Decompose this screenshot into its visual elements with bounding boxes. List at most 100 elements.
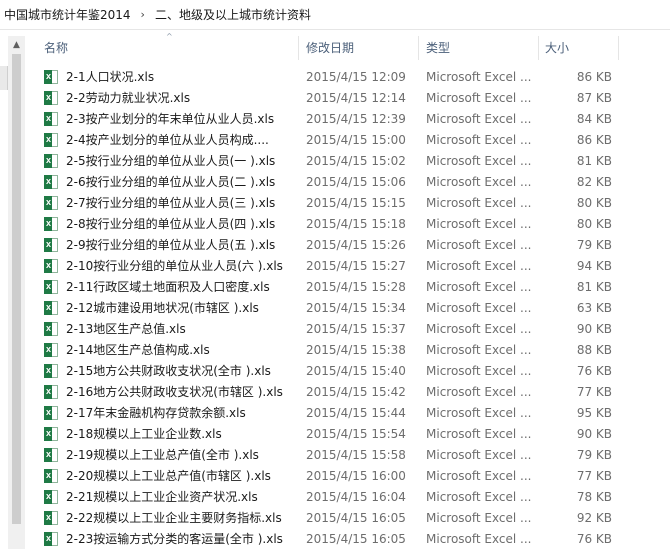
excel-file-icon: [44, 91, 58, 105]
excel-file-icon: [44, 322, 58, 336]
file-row[interactable]: 2-16地方公共财政收支状况(市辖区 ).xls 2015/4/15 15:42 M…: [26, 382, 670, 403]
file-type: Microsoft Excel ...: [426, 91, 532, 105]
file-row[interactable]: 2-2劳动力就业状况.xls 2015/4/15 12:14 Microsoft E…: [26, 88, 670, 109]
file-row[interactable]: 2-22规模以上工业企业主要财务指标.xls 2015/4/15 16:05 Mic…: [26, 508, 670, 529]
file-type: Microsoft Excel ...: [426, 154, 532, 168]
file-size: 95 KB: [576, 406, 612, 420]
file-modified-date: 2015/4/15 15:28: [306, 280, 406, 294]
file-modified-date: 2015/4/15 15:34: [306, 301, 406, 315]
breadcrumb-item-current[interactable]: 二、地级及以上城市统计资料: [155, 6, 311, 23]
column-divider[interactable]: [298, 36, 299, 60]
file-row[interactable]: 2-1人口状况.xls 2015/4/15 12:09 Microsoft Exce…: [26, 67, 670, 88]
file-type: Microsoft Excel ...: [426, 238, 532, 252]
file-row[interactable]: 2-18规模以上工业企业数.xls 2015/4/15 15:54 Microsof…: [26, 424, 670, 445]
file-type: Microsoft Excel ...: [426, 448, 532, 462]
file-row[interactable]: 2-21规模以上工业企业资产状况.xls 2015/4/15 16:04 Micro…: [26, 487, 670, 508]
file-size: 79 KB: [576, 238, 612, 252]
file-modified-date: 2015/4/15 15:18: [306, 217, 406, 231]
file-size: 76 KB: [576, 532, 612, 546]
file-type: Microsoft Excel ...: [426, 469, 532, 483]
breadcrumb-separator-icon[interactable]: ›: [141, 8, 145, 21]
file-row[interactable]: 2-14地区生产总值构成.xls 2015/4/15 15:38 Microsoft…: [26, 340, 670, 361]
file-size: 86 KB: [576, 70, 612, 84]
file-size: 77 KB: [576, 385, 612, 399]
file-name: 2-16地方公共财政收支状况(市辖区 ).xls: [66, 385, 283, 399]
excel-file-icon: [44, 154, 58, 168]
file-type: Microsoft Excel ...: [426, 280, 532, 294]
file-modified-date: 2015/4/15 15:58: [306, 448, 406, 462]
file-name: 2-9按行业分组的单位从业人员(五 ).xls: [66, 238, 276, 252]
file-modified-date: 2015/4/15 15:40: [306, 364, 406, 378]
file-size: 82 KB: [576, 175, 612, 189]
file-row[interactable]: 2-8按行业分组的单位从业人员(四 ).xls 2015/4/15 15:18 Mi…: [26, 214, 670, 235]
breadcrumb-item-root[interactable]: 中国城市统计年鉴2014: [4, 6, 131, 23]
file-size: 78 KB: [576, 490, 612, 504]
file-type: Microsoft Excel ...: [426, 133, 532, 147]
file-modified-date: 2015/4/15 15:15: [306, 196, 406, 210]
file-type: Microsoft Excel ...: [426, 196, 532, 210]
file-row[interactable]: 2-10按行业分组的单位从业人员(六 ).xls 2015/4/15 15:27 M…: [26, 256, 670, 277]
file-name: 2-7按行业分组的单位从业人员(三 ).xls: [66, 196, 276, 210]
excel-file-icon: [44, 427, 58, 441]
file-row[interactable]: 2-11行政区域土地面积及人口密度.xls 2015/4/15 15:28 Micr…: [26, 277, 670, 298]
excel-file-icon: [44, 343, 58, 357]
column-divider[interactable]: [418, 36, 419, 60]
scroll-up-arrow-icon[interactable]: ▲: [8, 36, 25, 53]
file-modified-date: 2015/4/15 15:26: [306, 238, 406, 252]
column-divider[interactable]: [538, 36, 539, 60]
file-type: Microsoft Excel ...: [426, 322, 532, 336]
file-size: 76 KB: [576, 364, 612, 378]
column-header-type[interactable]: 类型: [426, 36, 450, 60]
file-modified-date: 2015/4/15 15:42: [306, 385, 406, 399]
file-type: Microsoft Excel ...: [426, 259, 532, 273]
column-divider[interactable]: [618, 36, 619, 60]
file-row[interactable]: 2-3按产业划分的年末单位从业人员.xls 2015/4/15 12:39 Micr…: [26, 109, 670, 130]
column-header-row: ^ 名称 修改日期 类型 大小: [26, 32, 670, 60]
excel-file-icon: [44, 217, 58, 231]
file-name: 2-10按行业分组的单位从业人员(六 ).xls: [66, 259, 283, 273]
file-size: 84 KB: [576, 112, 612, 126]
file-size: 88 KB: [576, 343, 612, 357]
file-size: 77 KB: [576, 469, 612, 483]
file-size: 80 KB: [576, 196, 612, 210]
file-row[interactable]: 2-15地方公共财政收支状况(全市 ).xls 2015/4/15 15:40 Mi…: [26, 361, 670, 382]
excel-file-icon: [44, 196, 58, 210]
file-row[interactable]: 2-17年末金融机构存贷款余额.xls 2015/4/15 15:44 Micros…: [26, 403, 670, 424]
file-type: Microsoft Excel ...: [426, 217, 532, 231]
file-row[interactable]: 2-5按行业分组的单位从业人员(一 ).xls 2015/4/15 15:02 Mi…: [26, 151, 670, 172]
file-modified-date: 2015/4/15 16:00: [306, 469, 406, 483]
excel-file-icon: [44, 385, 58, 399]
file-name: 2-19规模以上工业总产值(全市 ).xls: [66, 448, 259, 462]
column-header-date[interactable]: 修改日期: [306, 36, 354, 60]
file-row[interactable]: 2-6按行业分组的单位从业人员(二 ).xls 2015/4/15 15:06 Mi…: [26, 172, 670, 193]
file-size: 94 KB: [576, 259, 612, 273]
vertical-scrollbar[interactable]: ▲: [8, 36, 25, 549]
excel-file-icon: [44, 490, 58, 504]
file-row[interactable]: 2-23按运输方式分类的客运量(全市 ).xls 2015/4/15 16:05 M…: [26, 529, 670, 550]
file-row[interactable]: 2-12城市建设用地状况(市辖区 ).xls 2015/4/15 15:34 Mic…: [26, 298, 670, 319]
file-row[interactable]: 2-13地区生产总值.xls 2015/4/15 15:37 Microsoft E…: [26, 319, 670, 340]
file-name: 2-21规模以上工业企业资产状况.xls: [66, 490, 258, 504]
file-name: 2-20规模以上工业总产值(市辖区 ).xls: [66, 469, 271, 483]
excel-file-icon: [44, 532, 58, 546]
file-type: Microsoft Excel ...: [426, 406, 532, 420]
file-modified-date: 2015/4/15 12:14: [306, 91, 406, 105]
file-row[interactable]: 2-4按产业划分的单位从业人员构成.... 2015/4/15 15:00 Micr…: [26, 130, 670, 151]
file-row[interactable]: 2-7按行业分组的单位从业人员(三 ).xls 2015/4/15 15:15 Mi…: [26, 193, 670, 214]
column-header-name[interactable]: 名称: [44, 36, 68, 60]
column-header-size[interactable]: 大小: [545, 36, 569, 60]
file-type: Microsoft Excel ...: [426, 301, 532, 315]
file-modified-date: 2015/4/15 16:05: [306, 532, 406, 546]
file-modified-date: 2015/4/15 15:00: [306, 133, 406, 147]
file-row[interactable]: 2-19规模以上工业总产值(全市 ).xls 2015/4/15 15:58 Mic…: [26, 445, 670, 466]
scroll-thumb[interactable]: [12, 54, 21, 524]
file-name: 2-3按产业划分的年末单位从业人员.xls: [66, 112, 275, 126]
sort-ascending-icon: ^: [166, 32, 173, 41]
file-row[interactable]: 2-20规模以上工业总产值(市辖区 ).xls 2015/4/15 16:00 Mi…: [26, 466, 670, 487]
file-name: 2-22规模以上工业企业主要财务指标.xls: [66, 511, 282, 525]
navigation-pane-edge: [0, 66, 8, 90]
file-modified-date: 2015/4/15 15:02: [306, 154, 406, 168]
file-type: Microsoft Excel ...: [426, 532, 532, 546]
breadcrumb: 中国城市统计年鉴2014 › 二、地级及以上城市统计资料: [0, 0, 670, 30]
file-row[interactable]: 2-9按行业分组的单位从业人员(五 ).xls 2015/4/15 15:26 Mi…: [26, 235, 670, 256]
